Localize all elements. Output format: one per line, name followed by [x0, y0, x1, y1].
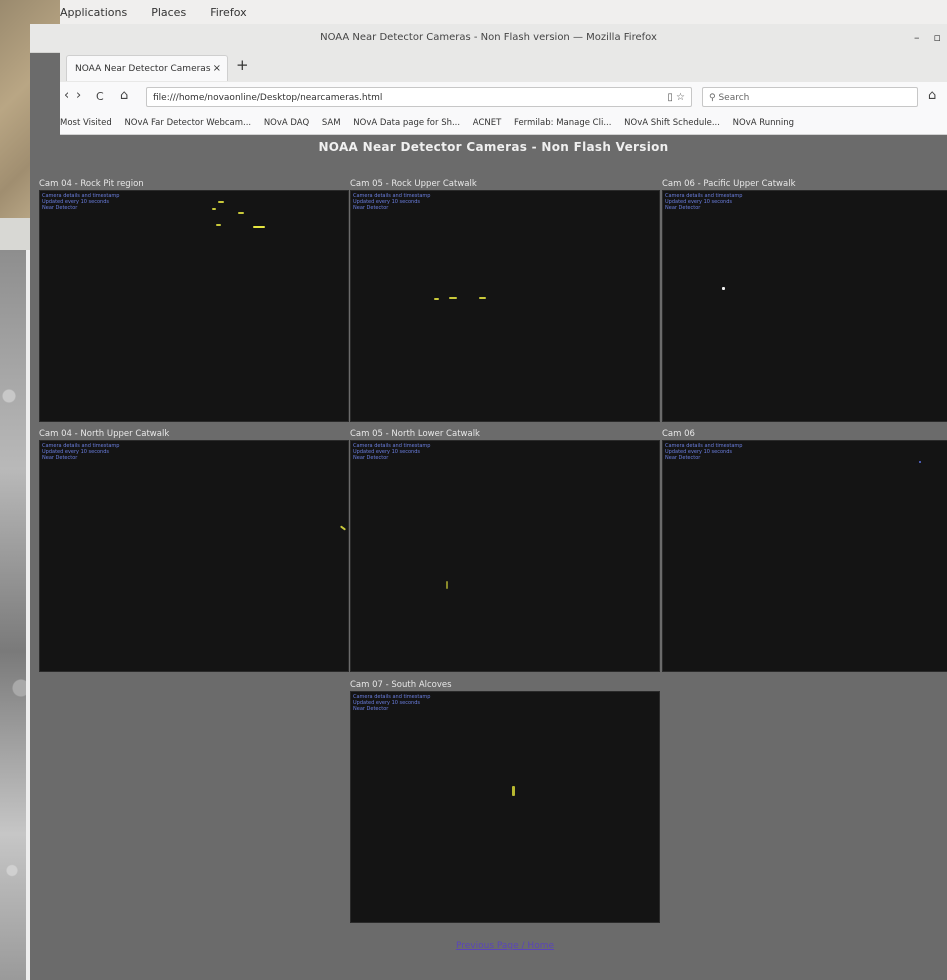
camera-label: Cam 04 - North Upper Catwalk [39, 429, 170, 439]
camera-image[interactable]: Camera details and timestamp Updated eve… [662, 190, 947, 422]
forward-arrow-icon[interactable]: › [76, 88, 81, 103]
camera-panel: Cam 07 - South Alcoves Camera details an… [350, 679, 660, 923]
home-icon[interactable]: ⌂ [120, 88, 128, 103]
home-button-icon[interactable]: ⌂ [928, 88, 936, 103]
light-spot [722, 287, 725, 290]
camera-overlay-text: Camera details and timestamp Updated eve… [353, 193, 431, 211]
tab-close-icon[interactable]: × [213, 56, 221, 81]
camera-label: Cam 06 [662, 429, 695, 439]
camera-panel: Cam 06 Camera details and timestamp Upda… [662, 428, 947, 672]
camera-label: Cam 05 - Rock Upper Catwalk [350, 179, 477, 189]
camera-overlay-text: Camera details and timestamp Updated eve… [353, 694, 431, 712]
light-spot [212, 208, 216, 210]
camera-label: Cam 06 - Pacific Upper Catwalk [662, 179, 796, 189]
camera-label: Cam 07 - South Alcoves [350, 680, 452, 690]
bookmarks-toolbar: Most Visited NOvA Far Detector Webcam...… [60, 112, 947, 135]
camera-image[interactable]: Camera details and timestamp Updated eve… [350, 691, 660, 923]
camera-image[interactable]: Camera details and timestamp Updated eve… [662, 440, 947, 672]
light-spot [216, 224, 221, 226]
light-spot [218, 201, 224, 203]
bookmark-item[interactable]: NOvA Data page for Sh... [353, 118, 460, 128]
applications-menu[interactable]: Applications [60, 6, 127, 19]
search-input[interactable]: ⚲ Search [702, 87, 918, 107]
camera-panel: Cam 06 - Pacific Upper Catwalk Camera de… [662, 178, 947, 422]
camera-image[interactable]: Camera details and timestamp Updated eve… [39, 440, 349, 672]
reader-bookmark-icons[interactable]: ▯ ☆ [667, 88, 685, 106]
new-tab-button[interactable]: + [236, 56, 249, 74]
url-text: file:///home/novaonline/Desktop/nearcame… [153, 93, 383, 103]
firefox-menu[interactable]: Firefox [210, 6, 246, 19]
light-spot [434, 298, 439, 300]
minimize-button[interactable]: – [914, 24, 920, 52]
gnome-top-panel: Applications Places Firefox [60, 0, 947, 24]
tab-label: NOAA Near Detector Cameras [75, 64, 211, 74]
camera-panel: Cam 05 - North Lower Catwalk Camera deta… [350, 428, 660, 672]
camera-overlay-text: Camera details and timestamp Updated eve… [665, 443, 743, 461]
reload-icon[interactable]: C [96, 90, 104, 103]
bookmark-item[interactable]: Fermilab: Manage Cli... [514, 118, 611, 128]
light-spot [512, 786, 515, 796]
camera-image[interactable]: Camera details and timestamp Updated eve… [350, 190, 660, 422]
tab-bar: NOAA Near Detector Cameras × + [60, 52, 947, 82]
camera-label: Cam 04 - Rock Pit region [39, 179, 144, 189]
search-placeholder: Search [718, 93, 750, 103]
light-spot [919, 461, 921, 463]
camera-panel: Cam 05 - Rock Upper Catwalk Camera detai… [350, 178, 660, 422]
light-spot [479, 297, 486, 299]
window-title: NOAA Near Detector Cameras - Non Flash v… [320, 32, 657, 43]
bookmark-item[interactable]: NOvA DAQ [264, 118, 309, 128]
places-menu[interactable]: Places [151, 6, 186, 19]
back-arrow-icon[interactable]: ‹ [64, 88, 69, 103]
camera-label: Cam 05 - North Lower Catwalk [350, 429, 480, 439]
camera-panel: Cam 04 - Rock Pit region Camera details … [39, 178, 349, 422]
camera-image[interactable]: Camera details and timestamp Updated eve… [350, 440, 660, 672]
page-title: NOAA Near Detector Cameras - Non Flash V… [318, 140, 669, 154]
url-bar[interactable]: file:///home/novaonline/Desktop/nearcame… [146, 87, 692, 107]
bookmark-item[interactable]: NOvA Running [733, 118, 794, 128]
camera-overlay-text: Camera details and timestamp Updated eve… [353, 443, 431, 461]
camera-panel: Cam 04 - North Upper Catwalk Camera deta… [39, 428, 349, 672]
window-titlebar: NOAA Near Detector Cameras - Non Flash v… [30, 24, 947, 53]
navigation-toolbar: ‹ › C ⌂ file:///home/novaonline/Desktop/… [60, 82, 947, 113]
page-content: NOAA Near Detector Cameras - Non Flash V… [30, 135, 947, 980]
camera-overlay-text: Camera details and timestamp Updated eve… [42, 193, 120, 211]
camera-image[interactable]: Camera details and timestamp Updated eve… [39, 190, 349, 422]
bookmark-item[interactable]: NOvA Far Detector Webcam... [124, 118, 251, 128]
bookmark-item[interactable]: NOvA Shift Schedule... [624, 118, 720, 128]
footer-link[interactable]: Previous Page / Home [350, 941, 660, 951]
light-spot [339, 525, 347, 531]
camera-overlay-text: Camera details and timestamp Updated eve… [42, 443, 120, 461]
bookmark-item[interactable]: Most Visited [60, 118, 112, 128]
light-spot [446, 581, 448, 589]
bookmark-item[interactable]: SAM [322, 118, 341, 128]
camera-overlay-text: Camera details and timestamp Updated eve… [665, 193, 743, 211]
light-spot [238, 212, 244, 214]
bookmark-item[interactable]: ACNET [473, 118, 502, 128]
maximize-button[interactable]: ▫ [934, 24, 941, 52]
tab-cameras[interactable]: NOAA Near Detector Cameras × [66, 55, 228, 81]
light-spot [253, 226, 265, 228]
light-spot [449, 297, 457, 299]
